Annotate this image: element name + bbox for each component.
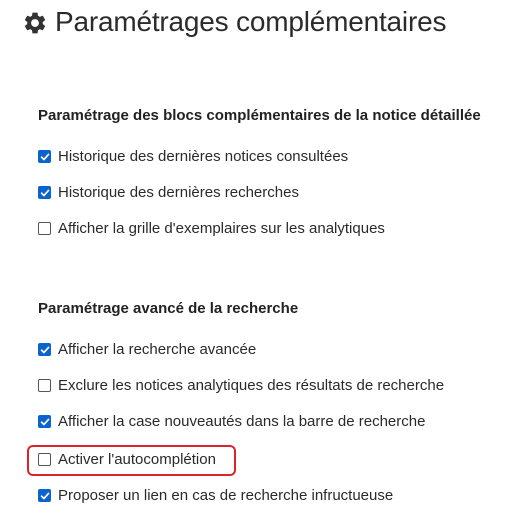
option-label: Activer l'autocomplétion	[58, 451, 216, 468]
option-grille-exemplaires[interactable]: Afficher la grille d'exemplaires sur les…	[38, 220, 385, 237]
option-recherche-avancee[interactable]: Afficher la recherche avancée	[38, 341, 256, 358]
checkbox-checked[interactable]	[38, 150, 51, 163]
option-label: Exclure les notices analytiques des résu…	[58, 377, 445, 394]
page-header: Paramétrages complémentaires	[22, 6, 446, 38]
option-exclure-analytiques[interactable]: Exclure les notices analytiques des résu…	[38, 377, 444, 394]
checkmark-icon	[40, 189, 49, 196]
option-lien-infructueuse[interactable]: Proposer un lien en cas de recherche inf…	[38, 487, 393, 504]
option-label: Afficher la case nouveautés dans la barr…	[58, 413, 426, 430]
option-label: Afficher la grille d'exemplaires sur les…	[58, 220, 385, 237]
option-label: Historique des dernières recherches	[58, 184, 299, 201]
section-title-recherche: Paramétrage avancé de la recherche	[38, 300, 299, 317]
option-label: Historique des dernières notices consult…	[58, 148, 349, 165]
checkbox-checked[interactable]	[38, 489, 51, 502]
checkbox-unchecked[interactable]	[38, 222, 51, 235]
checkbox-checked[interactable]	[38, 343, 51, 356]
option-historique-recherches[interactable]: Historique des dernières recherches	[38, 184, 299, 201]
option-label: Afficher la recherche avancée	[58, 341, 257, 358]
checkmark-icon	[40, 418, 49, 425]
checkmark-icon	[40, 346, 49, 353]
checkmark-icon	[40, 492, 49, 499]
checkbox-unchecked[interactable]	[38, 379, 51, 392]
gear-icon	[24, 12, 46, 34]
option-label: Proposer un lien en cas de recherche inf…	[58, 487, 394, 504]
page-title: Paramétrages complémentaires	[55, 6, 447, 37]
checkbox-checked[interactable]	[38, 186, 51, 199]
section-title-blocs: Paramétrage des blocs complémentaires de…	[38, 107, 481, 124]
option-historique-notices[interactable]: Historique des dernières notices consult…	[38, 148, 348, 165]
checkbox-checked[interactable]	[38, 415, 51, 428]
checkbox-unchecked[interactable]	[38, 453, 51, 466]
option-autocompletion[interactable]: Activer l'autocomplétion	[38, 451, 216, 468]
checkmark-icon	[40, 153, 49, 160]
option-case-nouveautes[interactable]: Afficher la case nouveautés dans la barr…	[38, 413, 425, 430]
